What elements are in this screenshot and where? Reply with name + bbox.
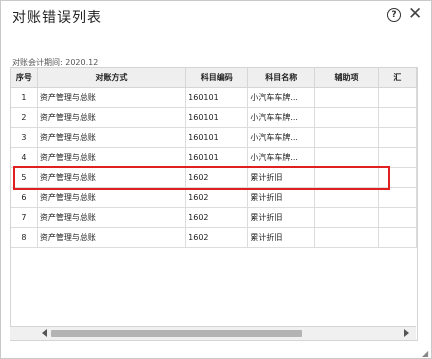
cell-seq: 4 [11,147,38,168]
column-header-summary[interactable]: 汇 [378,68,417,88]
cell-code: 1602 [185,187,249,208]
horizontal-scrollbar[interactable] [10,326,416,340]
cell-method: 资产管理与总账 [37,207,187,228]
column-header-code[interactable]: 科目编码 [185,68,249,88]
cell-name: 累计折旧 [247,207,316,228]
dialog-title: 对账错误列表 [12,10,102,26]
cell-aux [314,147,379,168]
cell-method: 资产管理与总账 [37,187,187,208]
table-row[interactable]: 8 资产管理与总账 1602 累计折旧 [11,227,417,248]
cell-summary [378,207,417,228]
cell-aux [314,167,379,188]
cell-aux [314,87,379,108]
cell-name: 累计折旧 [247,187,316,208]
cell-code: 1602 [185,167,249,188]
cell-code: 160101 [185,147,249,168]
cell-summary [378,107,417,128]
cell-method: 资产管理与总账 [37,227,187,248]
table-row[interactable]: 6 资产管理与总账 1602 累计折旧 [11,187,417,208]
cell-code: 160101 [185,107,249,128]
error-table: 序号 对账方式 科目编码 科目名称 辅助项 汇 1 资产管理与总账 160101… [11,68,417,248]
cell-seq: 2 [11,107,38,128]
table-row[interactable]: 2 资产管理与总账 160101 小汽车车牌... [11,107,417,128]
cell-aux [314,107,379,128]
cell-name: 累计折旧 [247,227,316,248]
table-row-highlighted[interactable]: 5 资产管理与总账 1602 累计折旧 [11,167,417,188]
cell-summary [378,147,417,168]
cell-method: 资产管理与总账 [37,167,187,188]
scrollbar-thumb[interactable] [51,330,302,337]
cell-summary [378,87,417,108]
cell-seq: 5 [11,167,38,188]
cell-aux [314,127,379,148]
error-grid: 序号 对账方式 科目编码 科目名称 辅助项 汇 1 资产管理与总账 160101… [10,67,418,341]
column-header-method[interactable]: 对账方式 [37,68,187,88]
cell-method: 资产管理与总账 [37,107,187,128]
cell-seq: 6 [11,187,38,208]
cell-code: 1602 [185,207,249,228]
table-row[interactable]: 7 资产管理与总账 1602 累计折旧 [11,207,417,228]
cell-name: 小汽车车牌... [247,147,316,168]
cell-seq: 8 [11,227,38,248]
cell-name: 小汽车车牌... [247,107,316,128]
close-icon[interactable]: ✕ [408,4,422,24]
table-row[interactable]: 1 资产管理与总账 160101 小汽车车牌... [11,87,417,108]
cell-summary [378,167,417,188]
cell-code: 160101 [185,127,249,148]
cell-name: 小汽车车牌... [247,127,316,148]
dialog-titlebar: 对账错误列表 ? ✕ [1,1,431,31]
cell-aux [314,187,379,208]
cell-name: 累计折旧 [247,167,316,188]
help-icon[interactable]: ? [387,8,401,22]
cell-summary [378,187,417,208]
column-header-name[interactable]: 科目名称 [247,68,316,88]
column-header-seq[interactable]: 序号 [11,68,38,88]
column-header-aux[interactable]: 辅助项 [314,68,379,88]
table-header-row: 序号 对账方式 科目编码 科目名称 辅助项 汇 [11,68,417,88]
cell-method: 资产管理与总账 [37,147,187,168]
error-list-dialog: 对账错误列表 ? ✕ 对账会计期间: 2020.12 序号 对账方式 科目编码 … [0,0,432,359]
table-row[interactable]: 4 资产管理与总账 160101 小汽车车牌... [11,147,417,168]
cell-summary [378,227,417,248]
cell-code: 1602 [185,227,249,248]
scroll-right-icon[interactable] [404,329,409,337]
cell-method: 资产管理与总账 [37,87,187,108]
cell-seq: 3 [11,127,38,148]
cell-summary [378,127,417,148]
cell-seq: 1 [11,87,38,108]
table-row[interactable]: 3 资产管理与总账 160101 小汽车车牌... [11,127,417,148]
resize-grip-icon[interactable]: ◢ [422,349,428,358]
cell-method: 资产管理与总账 [37,127,187,148]
cell-aux [314,207,379,228]
cell-code: 160101 [185,87,249,108]
scroll-left-icon[interactable] [42,329,47,337]
cell-aux [314,227,379,248]
cell-name: 小汽车车牌... [247,87,316,108]
cell-seq: 7 [11,207,38,228]
